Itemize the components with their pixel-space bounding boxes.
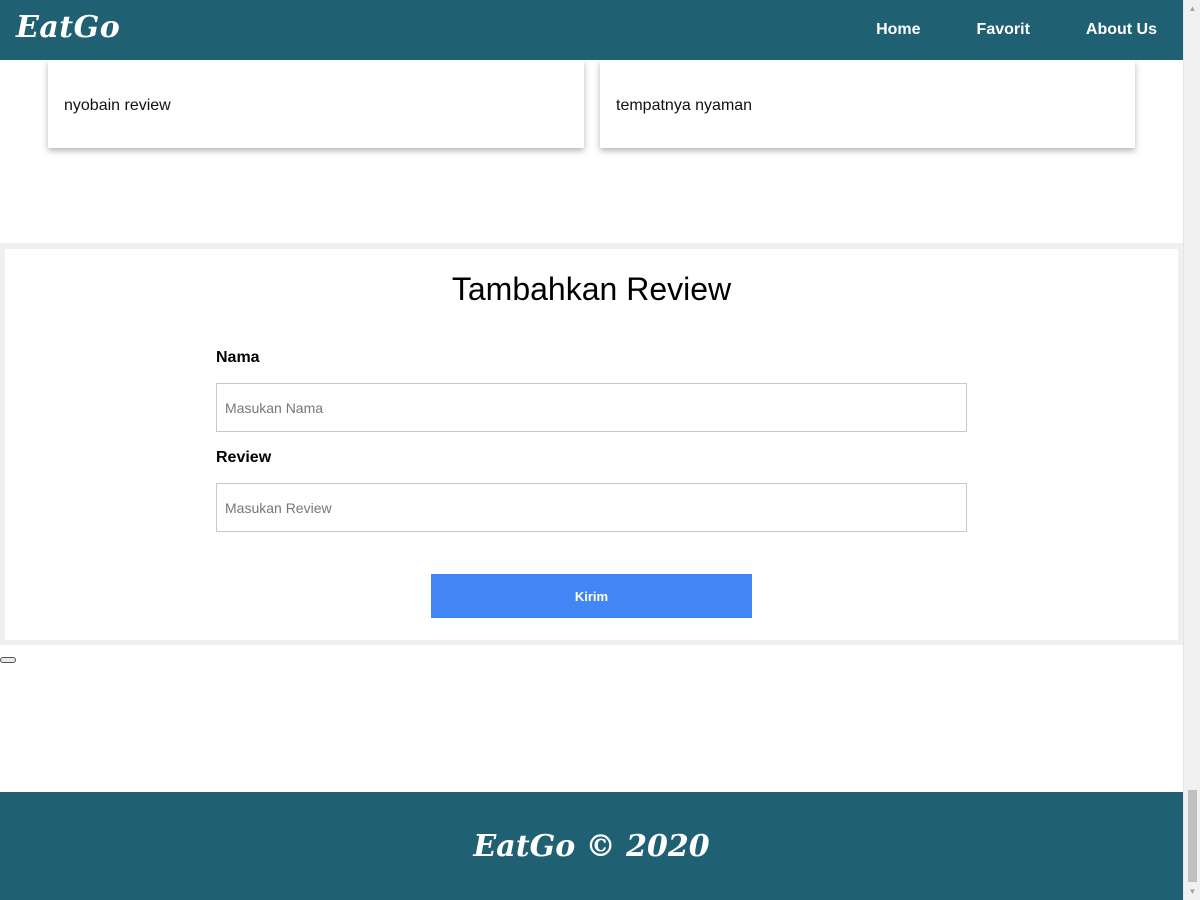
review-input[interactable] [216, 483, 967, 532]
review-label: Review [216, 449, 272, 466]
review-card: nyobain review [48, 60, 584, 148]
scroll-up-arrow-icon[interactable]: ▲ [1184, 0, 1200, 17]
scroll-thumb[interactable] [1188, 790, 1197, 882]
review-text: tempatnya nyaman [616, 97, 753, 114]
brand-logo[interactable]: EatGo [16, 10, 120, 45]
review-card: tempatnya nyaman [600, 60, 1135, 148]
name-input[interactable] [216, 383, 967, 432]
nav-links: Home Favorit About Us [846, 0, 1183, 60]
nav-about-link[interactable]: About Us [1086, 21, 1157, 39]
nav-home-link[interactable]: Home [876, 21, 920, 39]
add-review-form: Tambahkan Review Nama Review Kirim [5, 249, 1178, 640]
footer-copyright: EatGo © 2020 [473, 828, 710, 864]
vertical-scrollbar[interactable]: ▲ ▼ [1183, 0, 1200, 900]
name-label: Nama [216, 349, 260, 366]
small-button[interactable] [0, 657, 16, 663]
reviews-section: nyobain review tempatnya nyaman [0, 60, 1183, 244]
scroll-down-arrow-icon[interactable]: ▼ [1184, 883, 1200, 900]
form-title: Tambahkan Review [451, 271, 732, 307]
navbar: EatGo Home Favorit About Us [0, 0, 1183, 60]
review-text: nyobain review [64, 97, 171, 114]
nav-favorit-link[interactable]: Favorit [977, 21, 1030, 39]
page: EatGo Home Favorit About Us nyobain revi… [0, 0, 1183, 900]
footer: EatGo © 2020 [0, 792, 1183, 900]
submit-button[interactable]: Kirim [431, 574, 752, 618]
